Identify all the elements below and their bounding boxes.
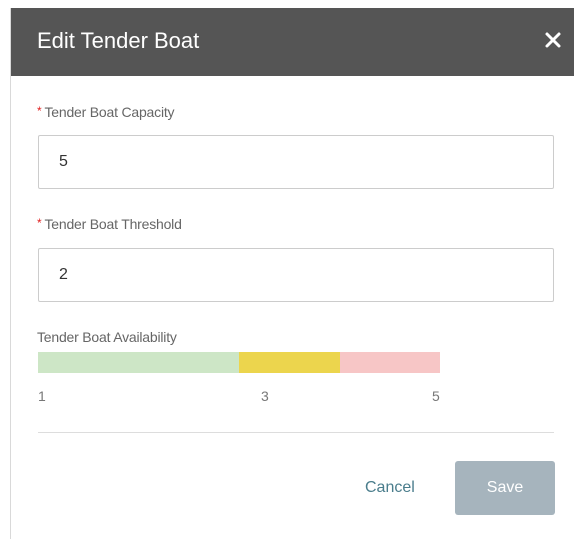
required-marker: * [37, 104, 42, 118]
dialog-title: Edit Tender Boat [37, 28, 200, 53]
capacity-input[interactable] [39, 136, 553, 188]
availability-label: Tender Boat Availability [37, 329, 177, 345]
save-button[interactable]: Save [455, 461, 555, 515]
footer-divider [38, 432, 554, 433]
availability-segment-critical [339, 352, 440, 373]
threshold-label-text: Tender Boat Threshold [44, 216, 182, 232]
availability-bar [38, 352, 440, 373]
dialog-header: Edit Tender Boat [11, 8, 574, 76]
capacity-label: * Tender Boat Capacity [37, 104, 175, 120]
edit-tender-boat-dialog: Edit Tender Boat *Tender Boat Capacity *… [10, 8, 574, 539]
threshold-input[interactable] [39, 249, 553, 301]
capacity-field[interactable] [38, 135, 554, 189]
threshold-field[interactable] [38, 248, 554, 302]
availability-tick-mid: 3 [261, 388, 269, 404]
cancel-button[interactable]: Cancel [365, 479, 415, 497]
capacity-label-text: Tender Boat Capacity [44, 104, 175, 120]
availability-tick-max: 5 [432, 388, 440, 404]
availability-segment-warning [239, 352, 340, 373]
close-icon[interactable] [541, 28, 565, 52]
threshold-label: * Tender Boat Threshold [37, 216, 182, 232]
required-marker: * [37, 216, 42, 230]
availability-tick-min: 1 [38, 388, 46, 404]
availability-segment-available [38, 352, 239, 373]
